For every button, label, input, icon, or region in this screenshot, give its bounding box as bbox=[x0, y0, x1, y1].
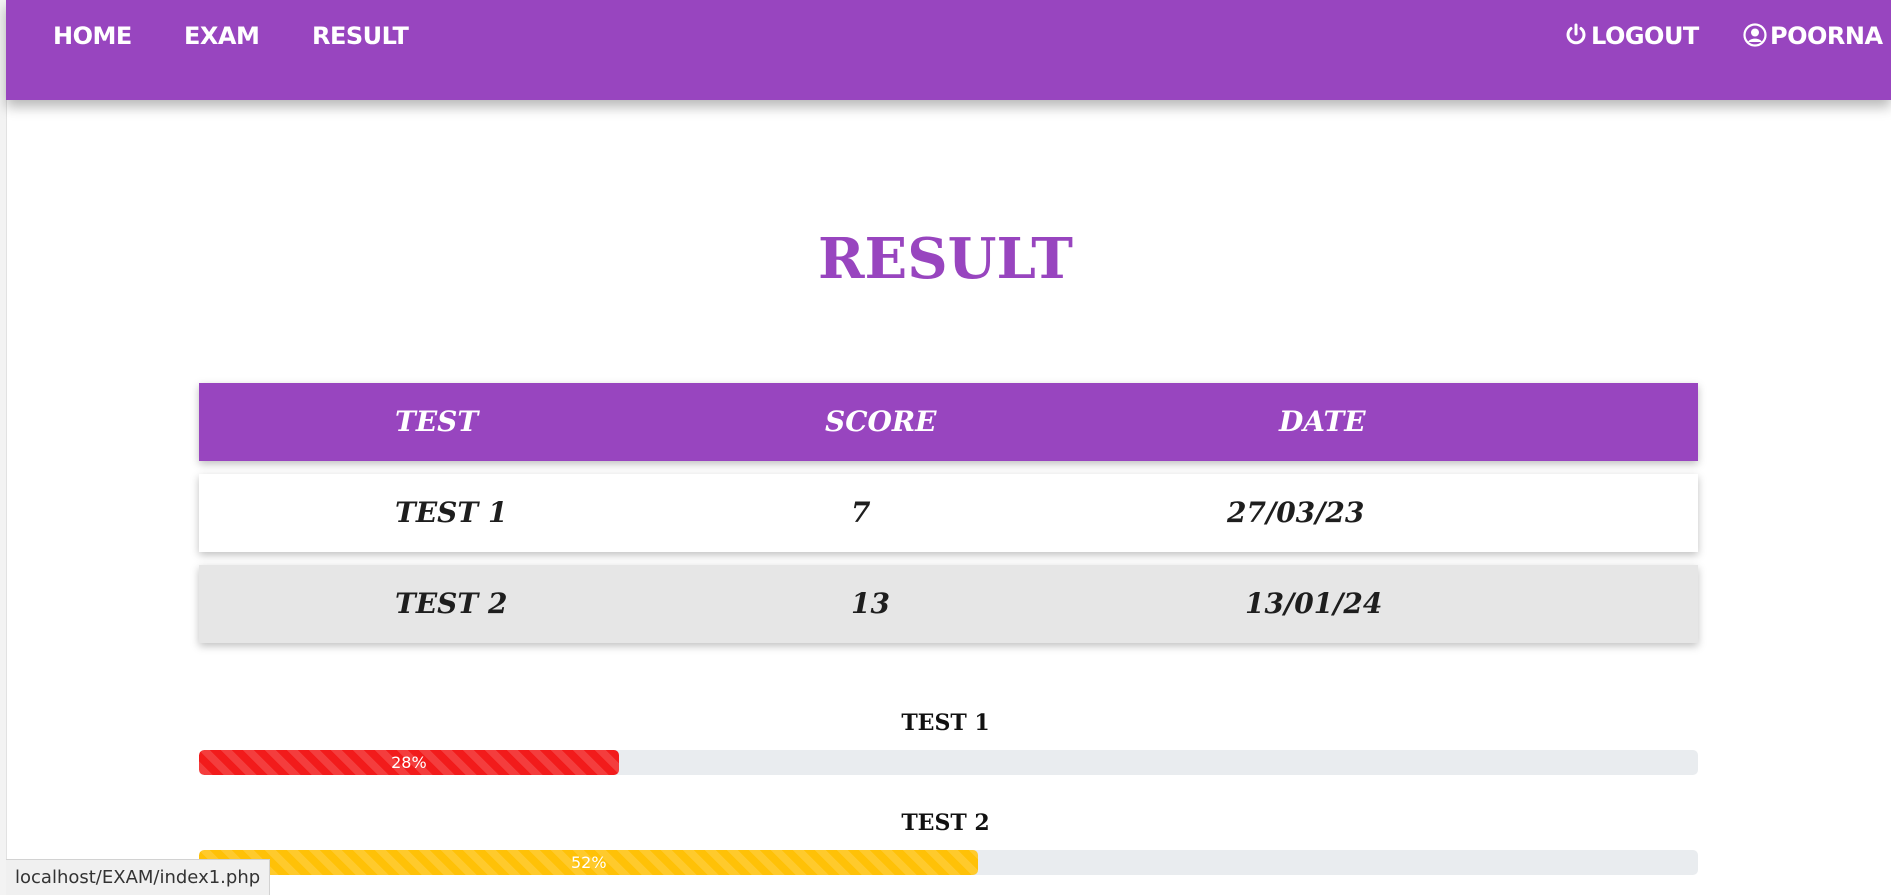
nav-exam-link[interactable]: EXAM bbox=[184, 18, 260, 54]
header-date: DATE bbox=[1279, 405, 1366, 438]
logout-button[interactable]: LOGOUT bbox=[1564, 18, 1699, 54]
logout-label: LOGOUT bbox=[1591, 22, 1699, 50]
progress-track-test-2: 52% bbox=[199, 850, 1698, 875]
top-navbar: HOME EXAM RESULT LOGOUT POORNA bbox=[6, 0, 1891, 100]
page-title: RESULT bbox=[818, 226, 1073, 292]
progress-bar-test-1: 28% bbox=[199, 750, 619, 775]
table-row: TEST 2 13 13/01/24 bbox=[199, 565, 1698, 643]
cell-score: 13 bbox=[851, 587, 890, 620]
progress-bar-test-2: 52% bbox=[199, 850, 979, 875]
progress-title-test-1: TEST 1 bbox=[901, 710, 990, 736]
cell-score: 7 bbox=[851, 496, 871, 529]
header-score: SCORE bbox=[825, 405, 937, 438]
window-edge bbox=[0, 0, 7, 895]
nav-home-link[interactable]: HOME bbox=[53, 18, 132, 54]
nav-result-link[interactable]: RESULT bbox=[312, 18, 409, 54]
user-circle-icon bbox=[1743, 23, 1767, 47]
cell-test: TEST 2 bbox=[395, 587, 508, 620]
table-header-row: TEST SCORE DATE bbox=[199, 383, 1698, 461]
status-bar-url: localhost/EXAM/index1.php bbox=[6, 859, 271, 895]
power-icon bbox=[1564, 23, 1588, 47]
cell-test: TEST 1 bbox=[395, 496, 508, 529]
header-test: TEST bbox=[395, 405, 479, 438]
cell-date: 13/01/24 bbox=[1245, 587, 1383, 620]
user-profile-link[interactable]: POORNA bbox=[1743, 18, 1883, 54]
cell-date: 27/03/23 bbox=[1227, 496, 1365, 529]
table-row: TEST 1 7 27/03/23 bbox=[199, 474, 1698, 552]
progress-title-test-2: TEST 2 bbox=[901, 810, 990, 836]
progress-track-test-1: 28% bbox=[199, 750, 1698, 775]
user-name-label: POORNA bbox=[1770, 22, 1883, 50]
